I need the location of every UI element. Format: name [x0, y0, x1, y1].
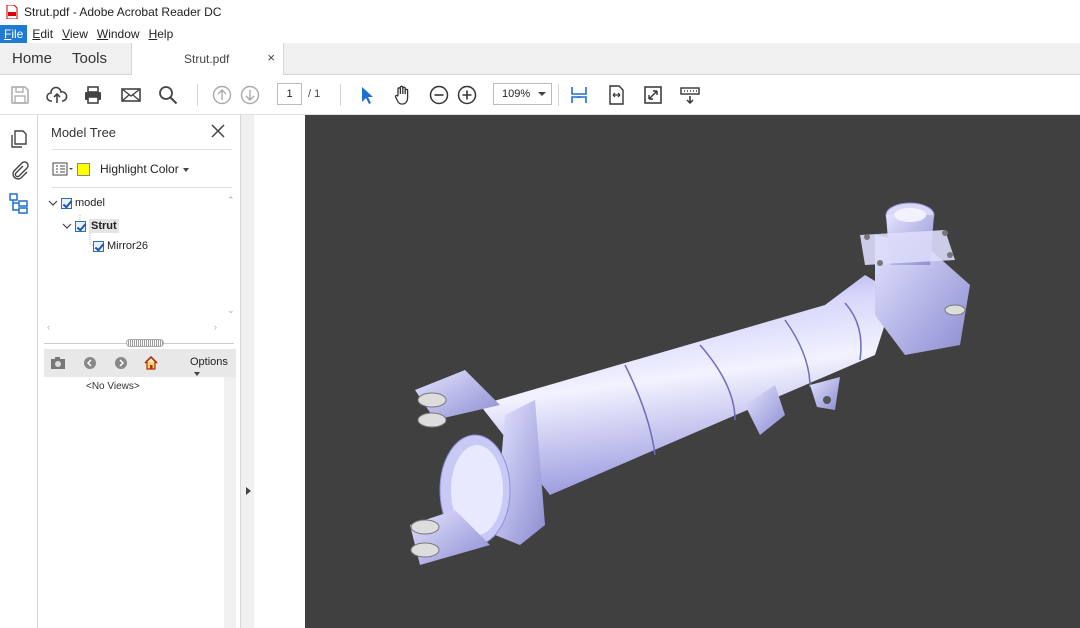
- 3d-viewport[interactable]: [305, 115, 1080, 628]
- menu-view[interactable]: View: [58, 25, 92, 43]
- tab-tools[interactable]: Tools: [72, 43, 107, 75]
- email-icon[interactable]: [119, 83, 143, 107]
- tree-horizontal-scrollbar[interactable]: ‹ ›: [44, 321, 224, 335]
- views-toolbar: Options: [44, 349, 236, 377]
- model-tree: model Strut Mirror26: [44, 193, 224, 321]
- views-vertical-scrollbar[interactable]: [224, 377, 236, 628]
- chevron-down-icon: [538, 92, 546, 96]
- toolbar-separator: [197, 84, 198, 106]
- menu-file[interactable]: File: [0, 24, 28, 43]
- menu-window[interactable]: Window: [93, 25, 144, 43]
- highlight-color-dropdown[interactable]: Highlight Color: [100, 162, 189, 176]
- camera-icon[interactable]: [50, 355, 66, 371]
- select-arrow-icon[interactable]: [354, 83, 378, 107]
- zoom-in-icon[interactable]: [455, 83, 479, 107]
- chevron-down-icon: [62, 223, 72, 229]
- strut-3d-model[interactable]: [305, 115, 1080, 628]
- tree-vertical-scrollbar[interactable]: ⌃ ⌄: [224, 193, 236, 321]
- hand-icon[interactable]: [390, 83, 414, 107]
- left-rail: [0, 115, 38, 628]
- model-tree-icon[interactable]: [8, 192, 30, 214]
- document-tab-label: Strut.pdf: [184, 52, 230, 66]
- chevron-right-icon[interactable]: [246, 487, 251, 495]
- fit-page-scroll-icon[interactable]: [567, 83, 591, 107]
- toolbar-separator: [340, 84, 341, 106]
- panel-divider: [52, 187, 232, 188]
- panel-divider: [52, 149, 232, 150]
- chevron-down-icon: [48, 200, 58, 206]
- no-views-text: <No Views>: [86, 381, 140, 392]
- print-icon[interactable]: [81, 83, 105, 107]
- fit-width-icon[interactable]: [604, 83, 628, 107]
- full-screen-icon[interactable]: [641, 83, 665, 107]
- model-tree-panel: Model Tree Highlight Color model Strut M…: [38, 115, 240, 628]
- panel-collapse-gutter[interactable]: [240, 115, 254, 628]
- page-total: / 1: [308, 88, 321, 100]
- options-list-icon[interactable]: [52, 162, 74, 176]
- zoom-out-icon[interactable]: [427, 83, 451, 107]
- search-icon[interactable]: [156, 83, 180, 107]
- window-title: Strut.pdf - Adobe Acrobat Reader DC: [24, 5, 222, 19]
- page-number-input[interactable]: 1: [277, 83, 302, 105]
- pages-icon[interactable]: [8, 128, 30, 150]
- tab-bar: Home Tools Strut.pdf ×: [0, 43, 1080, 76]
- panel-splitter[interactable]: [44, 339, 234, 347]
- next-view-icon[interactable]: [113, 355, 129, 371]
- zoom-value: 109%: [502, 88, 531, 100]
- menu-edit[interactable]: Edit: [28, 25, 57, 43]
- tab-document[interactable]: Strut.pdf ×: [131, 43, 284, 76]
- read-mode-icon[interactable]: [678, 83, 702, 107]
- title-bar: Strut.pdf - Adobe Acrobat Reader DC: [0, 0, 1080, 24]
- close-tab-icon[interactable]: ×: [267, 50, 275, 65]
- highlight-row: Highlight Color: [52, 157, 189, 181]
- home-view-icon[interactable]: [143, 355, 159, 371]
- tree-node-model[interactable]: model: [48, 197, 105, 209]
- zoom-select[interactable]: 109%: [493, 83, 552, 105]
- tab-home[interactable]: Home: [12, 43, 52, 75]
- toolbar-separator: [558, 84, 559, 106]
- menu-bar: File Edit View Window Help: [0, 24, 1080, 43]
- tree-node-mirror26[interactable]: Mirror26: [93, 240, 148, 252]
- previous-view-icon[interactable]: [82, 355, 98, 371]
- page-up-icon[interactable]: [210, 83, 234, 107]
- attachment-icon[interactable]: [8, 159, 30, 181]
- tree-checkbox[interactable]: [61, 197, 72, 209]
- menu-help[interactable]: Help: [145, 25, 178, 43]
- tree-checkbox[interactable]: [75, 220, 86, 232]
- pdf-file-icon: [6, 4, 18, 20]
- close-panel-icon[interactable]: [210, 123, 226, 139]
- tree-checkbox[interactable]: [93, 240, 104, 252]
- save-icon[interactable]: [8, 83, 32, 107]
- page-down-icon[interactable]: [238, 83, 262, 107]
- tree-node-strut[interactable]: Strut: [62, 219, 119, 233]
- upload-icon[interactable]: [45, 83, 69, 107]
- panel-title: Model Tree: [51, 125, 117, 140]
- splitter-grip[interactable]: [126, 339, 164, 347]
- highlight-swatch[interactable]: [77, 162, 90, 176]
